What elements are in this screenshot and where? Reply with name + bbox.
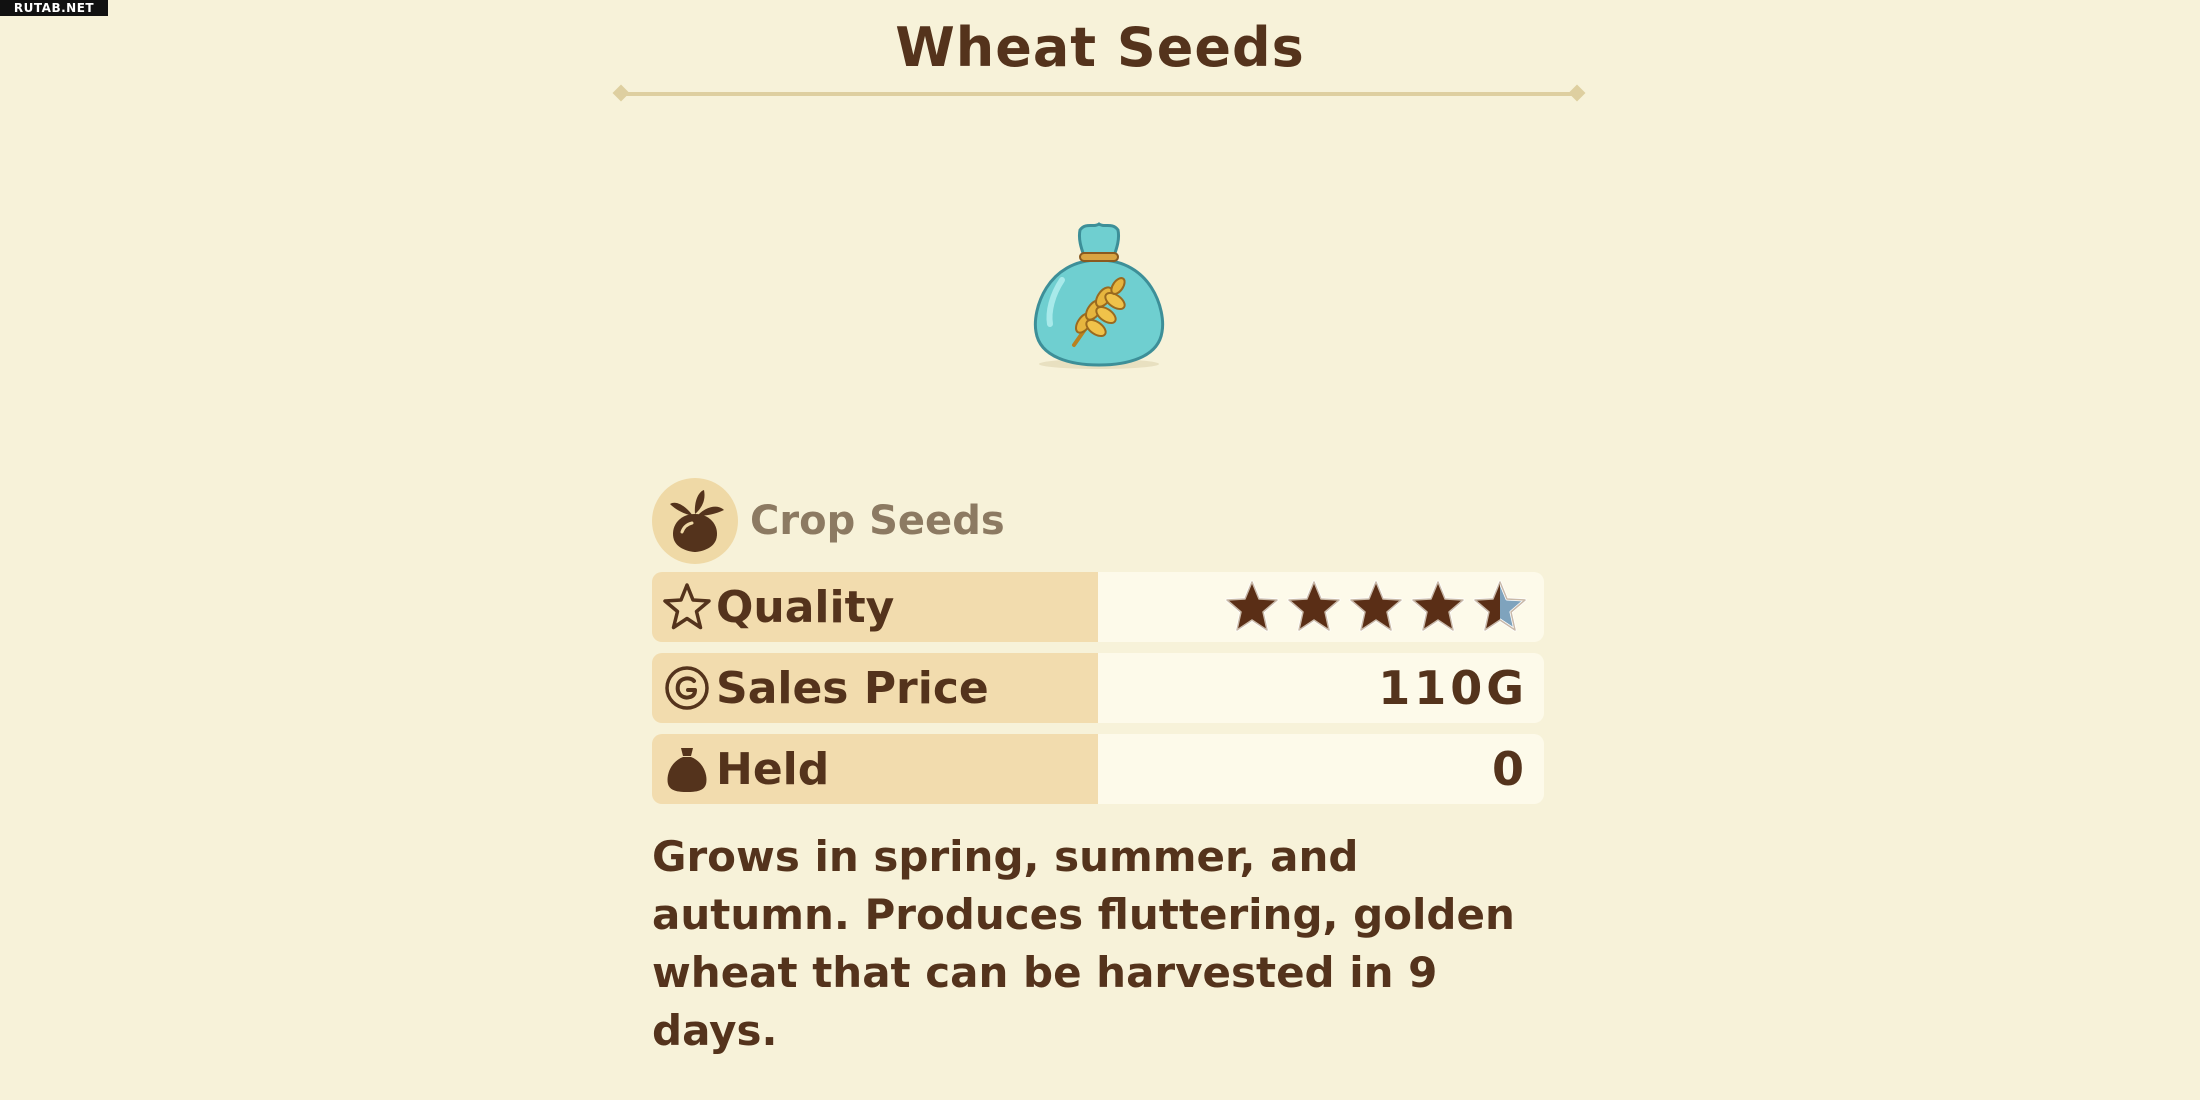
item-description: Grows in spring, summer, and autumn. Pro… [652,832,1515,1055]
category-label: Crop Seeds [750,498,1005,544]
quality-star-icon [1473,580,1527,632]
sales-price-label: Sales Price [716,662,989,714]
seed-bag-wheat-icon [1033,222,1165,369]
quality-star-icon [1411,580,1465,632]
held-label: Held [716,743,830,795]
title-divider [612,84,1586,102]
held-value: 0 [1098,734,1544,804]
held-row: Held 0 [652,734,1544,804]
quality-label: Quality [716,581,895,633]
watermark-label: RUTAB.NET [0,0,108,16]
quality-stars [1224,579,1528,635]
item-category: Crop Seeds [652,478,1005,564]
bag-icon [660,742,714,796]
quality-star-icon [1287,580,1341,632]
quality-row: Quality [652,572,1544,642]
quality-star-icon [1349,580,1403,632]
sales-price-value: 110G [1098,653,1544,723]
quality-star-icon [1225,580,1279,632]
star-outline-icon [660,580,714,634]
turnip-icon [652,478,738,564]
item-title: Wheat Seeds [895,16,1305,79]
sales-price-row: Sales Price 110G [652,653,1544,723]
gold-coin-icon [660,661,714,715]
